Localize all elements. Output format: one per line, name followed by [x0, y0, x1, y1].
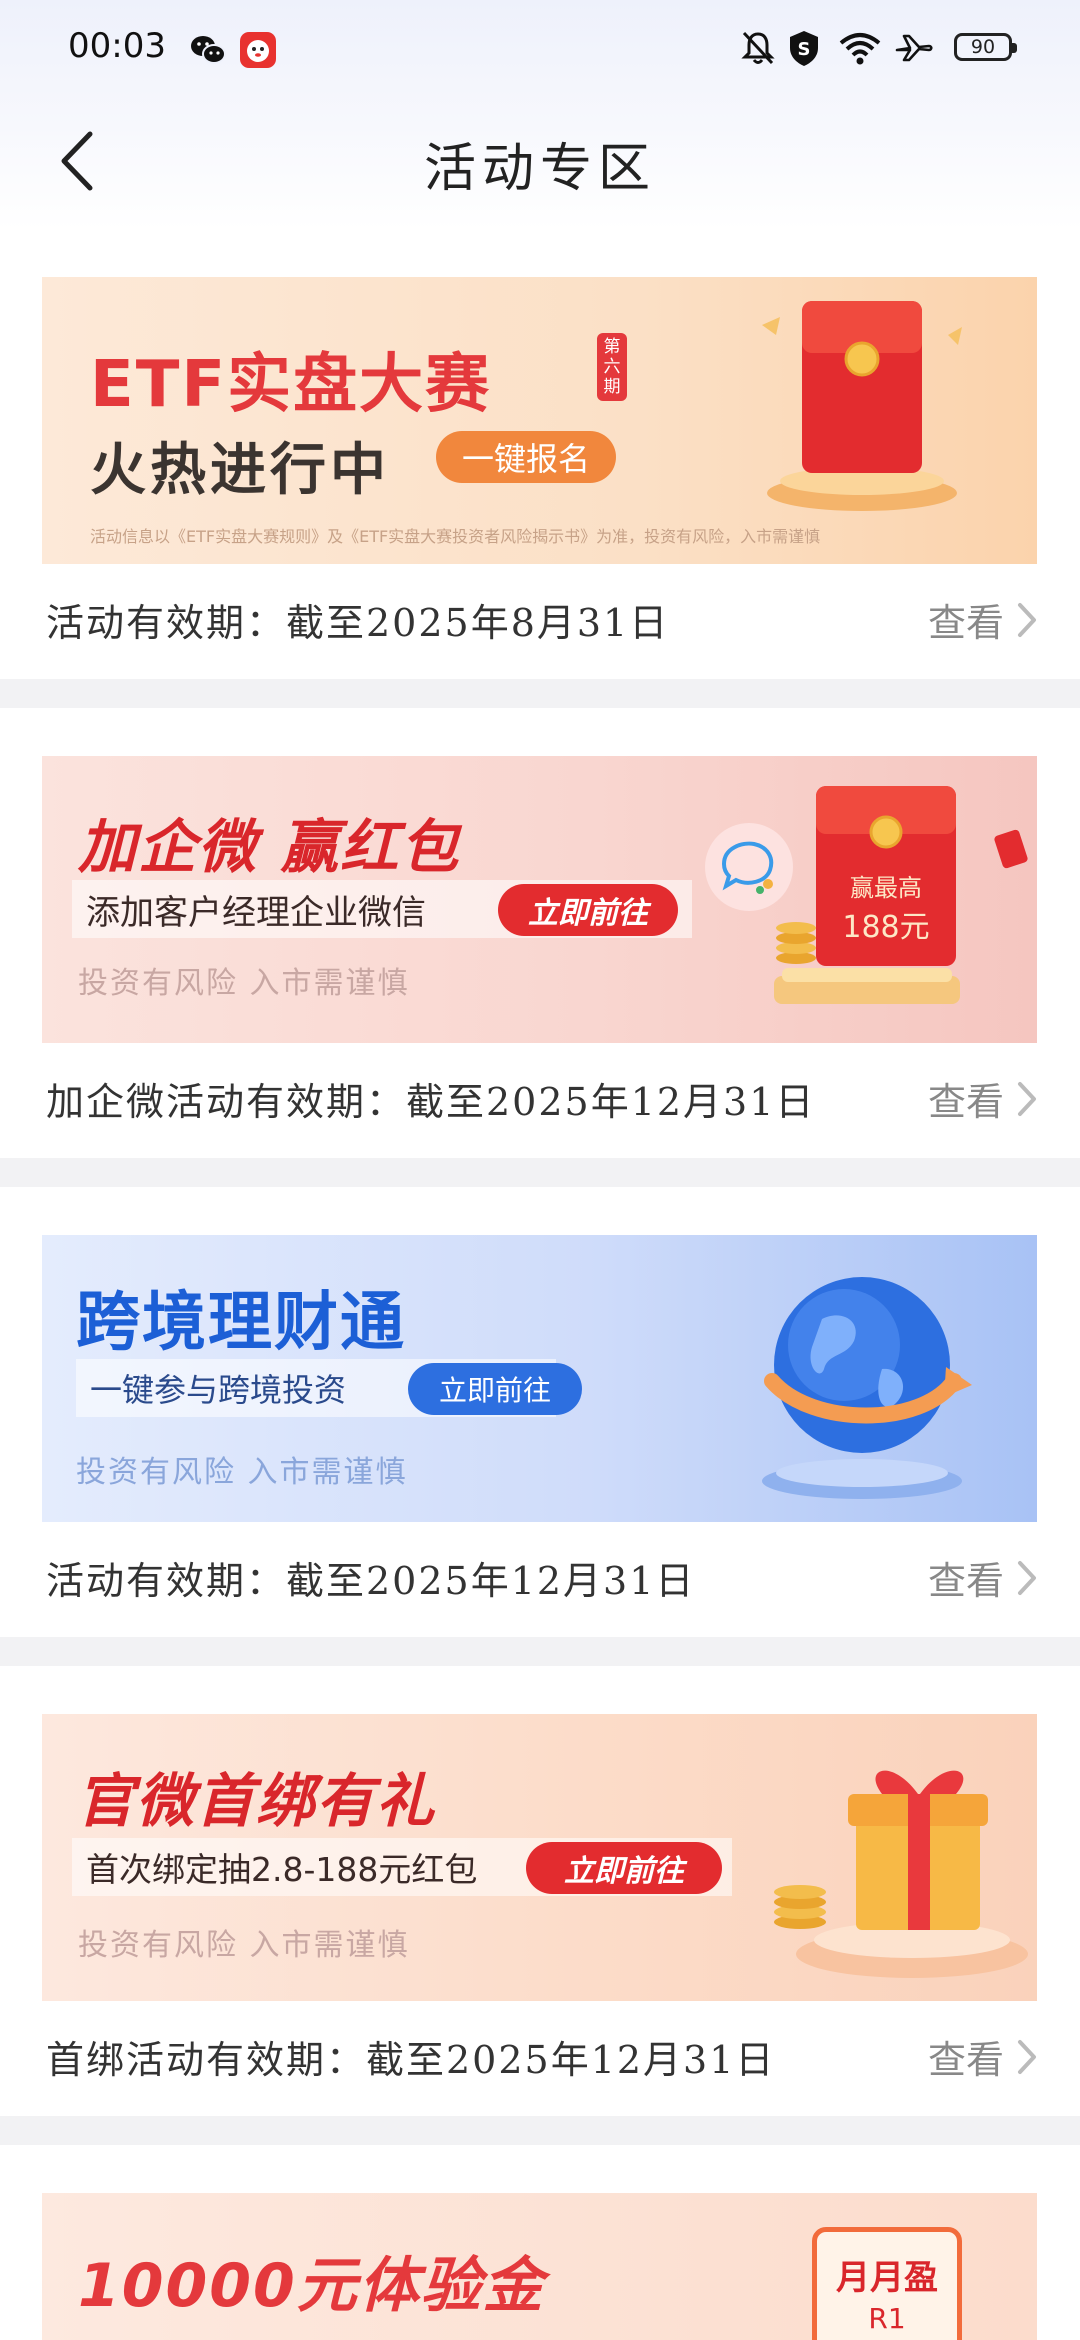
- chevron-right-icon: [1018, 2039, 1036, 2074]
- banner-disclaimer: 活动信息以《ETF实盘大赛规则》及《ETF实盘大赛投资者风险揭示书》为准，投资有…: [90, 527, 821, 546]
- wifi-icon: [838, 28, 882, 68]
- svg-text:S: S: [798, 39, 811, 60]
- banner-headline: ETF实盘大赛: [90, 348, 492, 422]
- validity-text: 首绑活动有效期：截至2025年12月31日: [46, 2038, 776, 2082]
- banner-headline: 官微首绑有礼: [76, 1767, 437, 1835]
- shield-icon: S: [786, 28, 822, 68]
- activity-banner-trial-fund[interactable]: 10000元体验金 月月盈 R1: [42, 2193, 1037, 2340]
- small-envelope-icon: [994, 828, 1030, 876]
- page-title: 活动专区: [423, 139, 656, 199]
- activity-card: 10000元体验金 月月盈 R1: [0, 2145, 1080, 2340]
- chevron-right-icon: [1018, 1560, 1036, 1595]
- validity-text: 活动有效期：截至2025年8月31日: [46, 601, 670, 645]
- activity-banner-cross-border[interactable]: 跨境理财通 一键参与跨境投资 立即前往 投资有风险 入市需谨慎: [42, 1235, 1037, 1522]
- card-footer: 首绑活动有效期：截至2025年12月31日 查看: [0, 2001, 1080, 2116]
- view-link[interactable]: 查看: [928, 1550, 1040, 1605]
- go-now-button[interactable]: 立即前往: [526, 1842, 722, 1894]
- activity-banner-official-wechat[interactable]: 官微首绑有礼 首次绑定抽2.8-188元红包 立即前往 投资有风险 入市需谨慎: [42, 1714, 1037, 2001]
- go-now-button[interactable]: 立即前往: [498, 884, 678, 936]
- register-button[interactable]: 一键报名: [436, 431, 616, 483]
- chevron-right-icon: [1018, 1081, 1036, 1116]
- status-time: 00:03: [68, 26, 166, 66]
- product-badge: 月月盈 R1: [812, 2227, 962, 2340]
- wechat-icon: [188, 30, 228, 70]
- activity-banner-etf[interactable]: ETF实盘大赛 第六期 火热进行中 一键报名 活动信息以《ETF实盘大赛规则》及…: [42, 277, 1037, 564]
- view-label: 查看: [927, 1559, 1004, 1603]
- nav-bar: 活动专区: [0, 96, 1080, 226]
- card-footer: 加企微活动有效期：截至2025年12月31日 查看: [0, 1043, 1080, 1158]
- view-label: 查看: [927, 2038, 1004, 2082]
- banner-subheadline: 火热进行中: [90, 438, 390, 503]
- activity-card: 官微首绑有礼 首次绑定抽2.8-188元红包 立即前往 投资有风险 入市需谨慎 …: [0, 1666, 1080, 2116]
- globe-icon: [732, 1249, 992, 1509]
- go-now-button[interactable]: 立即前往: [408, 1363, 582, 1415]
- card-footer: 活动有效期：截至2025年8月31日 查看: [0, 564, 1080, 679]
- envelope-text-amount: 188元: [842, 910, 930, 945]
- activity-banner-wecom[interactable]: 加企微 赢红包 添加客户经理企业微信 立即前往 投资有风险 入市需谨慎 赢最高 …: [42, 756, 1037, 1043]
- validity-text: 加企微活动有效期：截至2025年12月31日: [46, 1080, 816, 1124]
- banner-risk-note: 投资有风险 入市需谨慎: [78, 1928, 410, 1963]
- activity-card: ETF实盘大赛 第六期 火热进行中 一键报名 活动信息以《ETF实盘大赛规则》及…: [0, 229, 1080, 679]
- banner-headline: 10000元体验金: [78, 2251, 545, 2321]
- gift-box-icon: [742, 1744, 1032, 1984]
- badge-risk-level: R1: [868, 2302, 906, 2335]
- card-footer: 活动有效期：截至2025年12月31日 查看: [0, 1522, 1080, 1637]
- banner-risk-note: 投资有风险 入市需谨慎: [78, 966, 410, 1001]
- bell-mute-icon: [740, 28, 776, 68]
- airplane-icon: [894, 28, 934, 68]
- view-link[interactable]: 查看: [928, 2029, 1040, 2084]
- chevron-right-icon: [1018, 602, 1036, 637]
- battery-icon: 90: [954, 33, 1017, 61]
- red-envelope-icon: [762, 295, 962, 515]
- view-label: 查看: [927, 1080, 1004, 1124]
- status-bar: 00:03 S 90: [0, 0, 1080, 96]
- view-link[interactable]: 查看: [928, 592, 1040, 647]
- activity-card: 跨境理财通 一键参与跨境投资 立即前往 投资有风险 入市需谨慎 活动有效期：截至…: [0, 1187, 1080, 1637]
- edition-badge: 第六期: [597, 333, 627, 401]
- app-mascot-icon: [238, 30, 278, 70]
- view-link[interactable]: 查看: [928, 1071, 1040, 1126]
- banner-headline: 跨境理财通: [76, 1286, 406, 1360]
- envelope-text-top: 赢最高: [850, 874, 922, 902]
- banner-risk-note: 投资有风险 入市需谨慎: [76, 1455, 408, 1490]
- badge-title: 月月盈: [836, 2258, 938, 2298]
- banner-headline: 加企微 赢红包: [78, 813, 461, 881]
- validity-text: 活动有效期：截至2025年12月31日: [46, 1559, 696, 1603]
- activity-card: 加企微 赢红包 添加客户经理企业微信 立即前往 投资有风险 入市需谨慎 赢最高 …: [0, 708, 1080, 1158]
- red-envelope-icon: 赢最高 188元: [772, 778, 962, 1028]
- view-label: 查看: [927, 601, 1004, 645]
